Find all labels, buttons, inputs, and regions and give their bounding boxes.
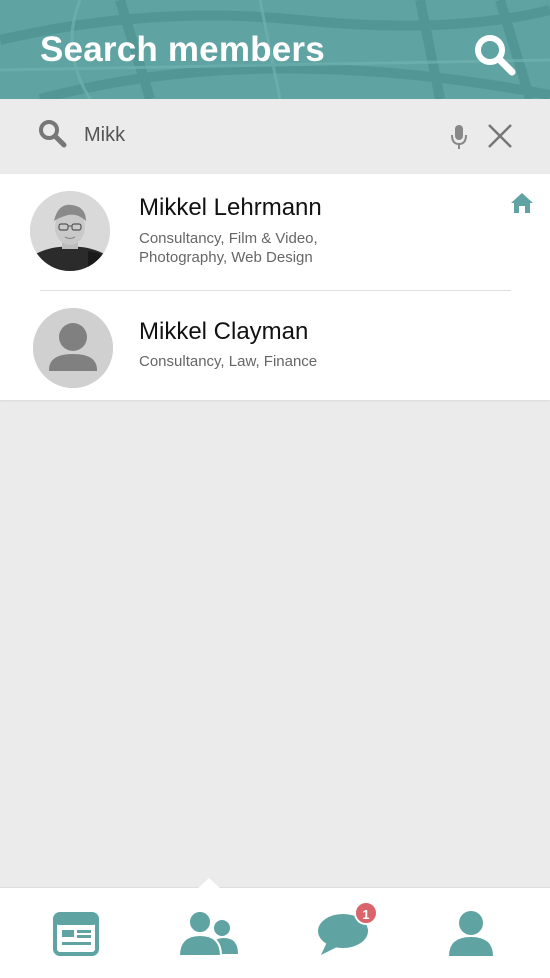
member-name: Mikkel Lehrmann xyxy=(139,194,322,221)
tab-news-feed[interactable] xyxy=(8,888,145,978)
list-item[interactable]: Mikkel Lehrmann Consultancy, Film & Vide… xyxy=(0,174,550,291)
profile-photo xyxy=(30,191,110,271)
member-tags: Consultancy, Law, Finance xyxy=(139,353,318,370)
close-icon xyxy=(488,124,512,148)
member-tags: Consultancy, Film & Video, Photography, … xyxy=(139,230,318,266)
member-name: Mikkel Clayman xyxy=(139,318,309,345)
search-icon xyxy=(39,120,67,148)
app-header: Search members xyxy=(0,0,550,99)
members-icon xyxy=(178,910,238,956)
profile-icon xyxy=(449,911,493,956)
search-results-list: Mikkel Lehrmann Consultancy, Film & Vide… xyxy=(0,174,550,400)
tab-profile[interactable] xyxy=(403,888,540,978)
avatar xyxy=(33,308,113,388)
home-icon xyxy=(510,192,534,214)
microphone-icon xyxy=(451,125,467,149)
microphone-button[interactable] xyxy=(449,123,469,151)
default-avatar-icon xyxy=(33,308,113,388)
clear-search-button[interactable] xyxy=(486,122,514,150)
header-search-button[interactable] xyxy=(472,32,518,76)
tab-messages[interactable] xyxy=(277,888,414,978)
news-feed-icon xyxy=(53,912,99,956)
search-icon xyxy=(475,35,516,76)
search-field-icon xyxy=(38,119,68,149)
bottom-tab-bar xyxy=(0,878,550,978)
search-bar xyxy=(0,99,550,174)
tab-members[interactable] xyxy=(140,888,277,978)
list-item[interactable]: Mikkel Clayman Consultancy, Law, Finance xyxy=(0,291,550,400)
search-input[interactable] xyxy=(84,119,424,151)
active-tab-pointer xyxy=(198,878,220,888)
avatar xyxy=(30,191,110,271)
page-title: Search members xyxy=(40,30,325,69)
messages-badge: 1 xyxy=(354,901,378,925)
